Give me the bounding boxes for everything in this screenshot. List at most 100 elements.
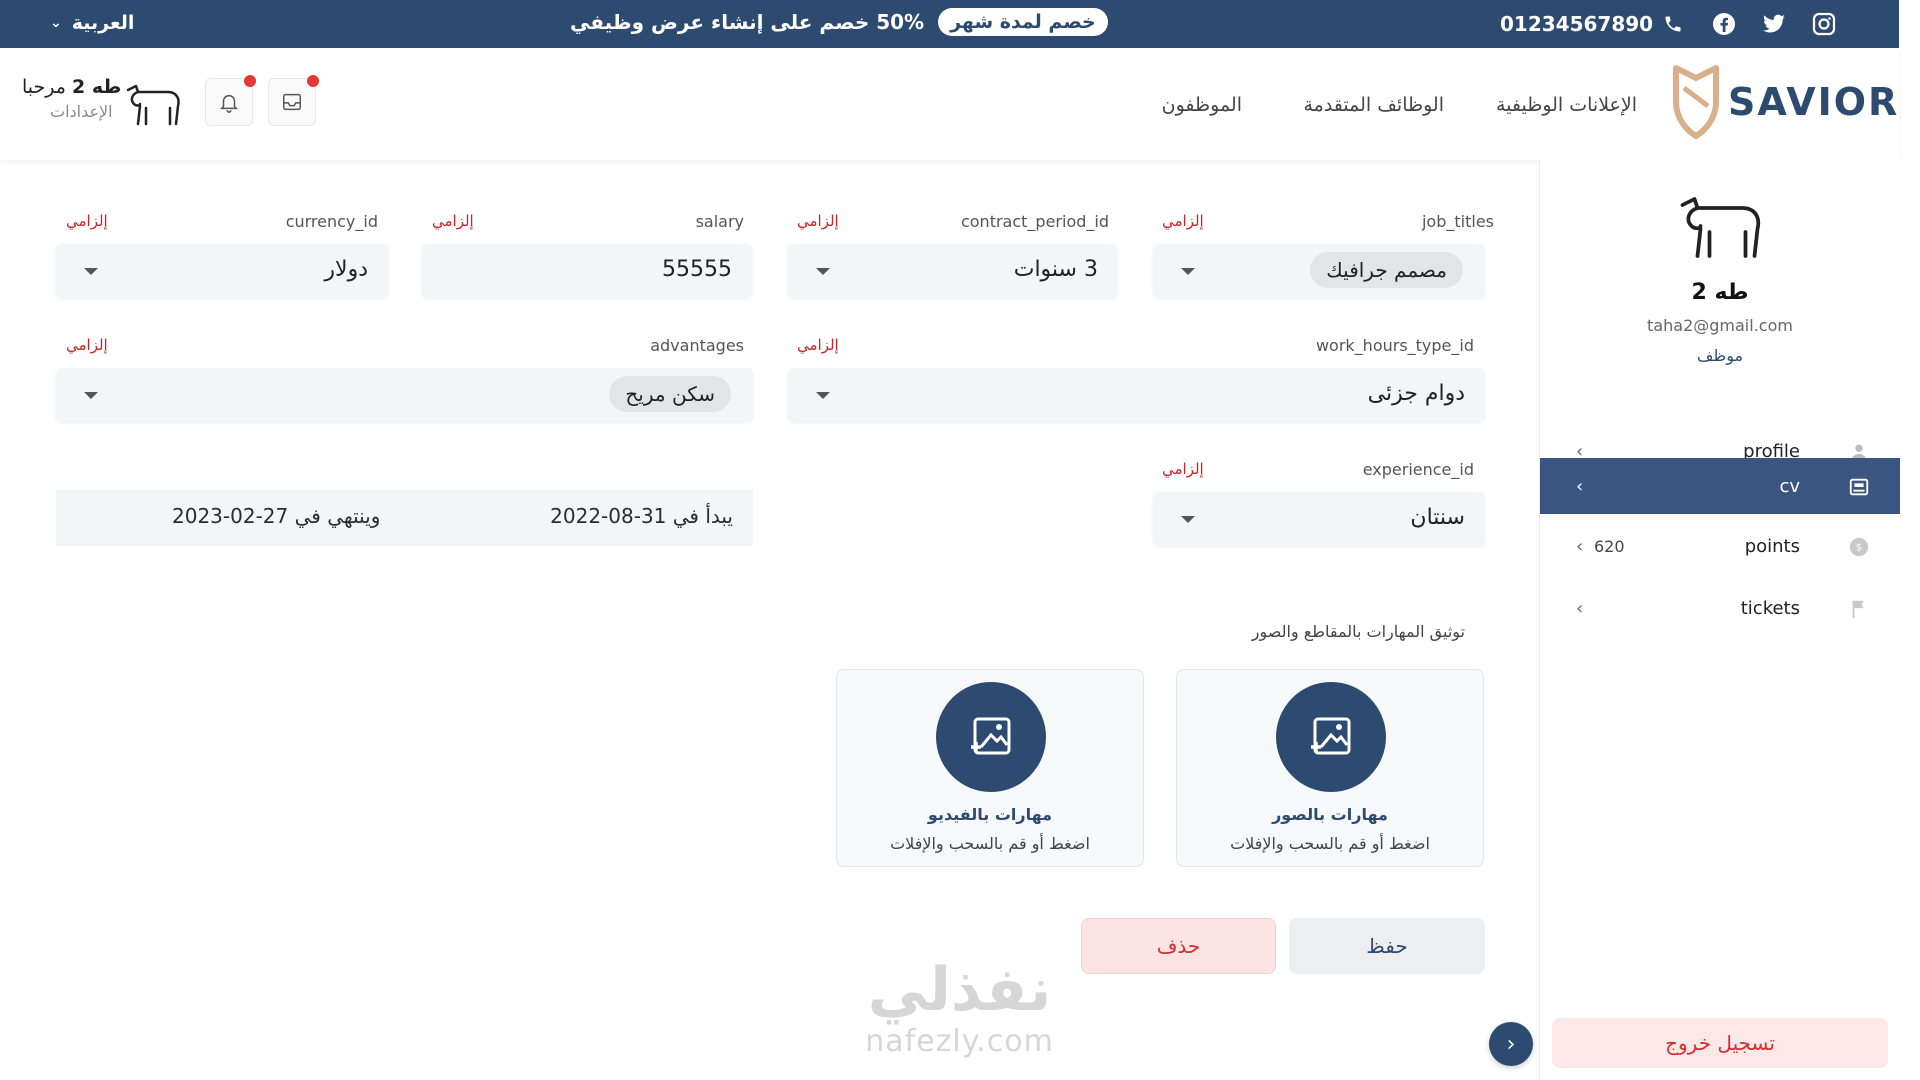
job-titles-required: إلزامي xyxy=(1162,212,1204,230)
experience-select[interactable]: سنتان xyxy=(1153,492,1485,546)
language-label: العربية xyxy=(71,12,135,34)
sidebar-item-points[interactable]: ‹ 620 points $ xyxy=(1540,518,1900,574)
promo-text: 50% خصم على إنشاء عرض وظيفي xyxy=(570,10,925,34)
contract-period-select[interactable]: 3 سنوات xyxy=(788,244,1118,298)
advantages-select[interactable]: سكن مريح xyxy=(56,368,753,422)
caret-down-icon xyxy=(84,268,98,275)
social-links xyxy=(1712,12,1836,36)
cow-profile-avatar-icon xyxy=(1680,197,1761,258)
sidebar-item-label: cv xyxy=(1779,475,1800,497)
date-range-field[interactable]: يبدأ في 31-08-2022 وينتهي في 27-02-2023 xyxy=(56,490,753,546)
advantages-label: advantages xyxy=(650,336,744,355)
work-hours-label: work_hours_type_id xyxy=(1315,336,1474,355)
upload-images-dropzone[interactable]: مهارات بالصور اضغط أو قم بالسحب والإفلات xyxy=(1176,669,1484,867)
advantages-required: إلزامي xyxy=(66,336,108,354)
experience-required: إلزامي xyxy=(1162,460,1204,478)
upload-video-dropzone[interactable]: مهارات بالفيديو اضغط أو قم بالسحب والإفل… xyxy=(836,669,1144,867)
advantage-chip[interactable]: سكن مريح xyxy=(609,376,731,412)
upload-images-hint: اضغط أو قم بالسحب والإفلات xyxy=(1230,834,1430,853)
sidebar-item-label: points xyxy=(1744,535,1800,557)
cv-icon xyxy=(1849,478,1869,496)
nafezly-watermark: نفذلي nafezly.com xyxy=(852,960,1067,1059)
sidebar-item-cv[interactable]: ‹ cv xyxy=(1540,458,1900,514)
salary-label: salary xyxy=(695,212,744,231)
experience-label: experience_id xyxy=(1362,460,1474,479)
phone-icon xyxy=(1665,16,1681,32)
skills-section-title: توثيق المهارات بالمقاطع والصور xyxy=(1251,622,1465,641)
salary-value: 55555 xyxy=(662,257,732,282)
notifications-button[interactable] xyxy=(205,75,256,126)
header-user-name: طه 2 xyxy=(71,76,122,98)
logo-text: SAVIOR xyxy=(1728,80,1900,124)
contract-period-label: contract_period_id xyxy=(960,212,1109,231)
sidebar-item-label: tickets xyxy=(1740,597,1800,619)
settings-link[interactable]: الإعدادات xyxy=(22,102,121,121)
caret-down-icon xyxy=(1181,268,1195,275)
language-switcher[interactable]: ⌄ العربية xyxy=(50,12,134,34)
video-upload-icon-wrap xyxy=(936,682,1046,792)
caret-down-icon xyxy=(1181,516,1195,523)
image-upload-icon-wrap xyxy=(1276,682,1386,792)
phone-number: 01234567890 xyxy=(1500,12,1654,36)
currency-required: إلزامي xyxy=(66,212,108,230)
salary-required: إلزامي xyxy=(432,212,474,230)
caret-down-icon xyxy=(816,268,830,275)
inbox-badge-dot xyxy=(307,75,319,87)
phone-contact[interactable]: 01234567890 xyxy=(1500,12,1683,36)
nav-job-ads[interactable]: الإعلانات الوظيفية xyxy=(1496,94,1637,116)
image-add-icon xyxy=(1311,717,1351,755)
facebook-icon[interactable] xyxy=(1712,12,1736,36)
sidebar-toggle-button[interactable]: › xyxy=(1489,1022,1533,1066)
nav-applied-jobs[interactable]: الوظائف المتقدمة xyxy=(1303,94,1444,116)
shield-logo-icon xyxy=(1673,65,1719,139)
watermark-english: nafezly.com xyxy=(865,1024,1054,1059)
nav-employees[interactable]: الموظفون xyxy=(1162,94,1242,116)
twitter-icon[interactable] xyxy=(1762,12,1786,36)
upload-video-hint: اضغط أو قم بالسحب والإفلات xyxy=(890,834,1090,853)
watermark-arabic: نفذلي xyxy=(867,955,1052,1025)
top-bar: ⌄ العربية خصم لمدة شهر 50% خصم على إنشاء… xyxy=(0,0,1899,48)
job-title-chip[interactable]: مصمم جرافيك xyxy=(1310,252,1463,288)
chevron-left-icon: ‹ xyxy=(1576,597,1584,619)
cow-avatar-icon xyxy=(126,84,180,126)
caret-down-icon xyxy=(84,392,98,399)
work-hours-select[interactable]: دوام جزئى xyxy=(788,368,1485,422)
profile-email: taha2@gmail.com xyxy=(1647,316,1793,335)
currency-label: currency_id xyxy=(285,212,378,231)
experience-value: سنتان xyxy=(1410,505,1465,530)
contract-period-value: 3 سنوات xyxy=(1013,257,1098,282)
profile-role: موظف xyxy=(1696,346,1744,365)
delete-button[interactable]: حذف xyxy=(1081,918,1276,974)
save-button[interactable]: حفظ xyxy=(1289,918,1485,974)
user-greeting[interactable]: طه 2 مرحبا الإعدادات xyxy=(22,76,121,121)
salary-input[interactable]: 55555 xyxy=(422,244,752,298)
savior-logo[interactable]: SAVIOR xyxy=(1670,62,1899,142)
bell-icon xyxy=(219,94,239,113)
main-header: SAVIOR الإعلانات الوظيفية الوظائف المتقد… xyxy=(0,48,1899,160)
flag-icon xyxy=(1852,600,1864,619)
sidebar-item-tickets[interactable]: ‹ tickets xyxy=(1540,580,1900,636)
currency-value: دولار xyxy=(324,257,368,282)
inbox-icon xyxy=(283,93,301,111)
logout-button[interactable]: تسجيل خروج xyxy=(1552,1018,1888,1068)
caret-down-icon xyxy=(816,392,830,399)
chevron-down-icon: ⌄ xyxy=(50,15,62,31)
job-titles-select[interactable]: مصمم جرافيك xyxy=(1153,244,1485,298)
instagram-icon[interactable] xyxy=(1812,12,1836,36)
work-hours-required: إلزامي xyxy=(797,336,839,354)
notification-badge-dot xyxy=(244,75,256,87)
upload-video-title: مهارات بالفيديو xyxy=(927,805,1053,824)
image-add-icon xyxy=(971,717,1011,755)
chevron-right-icon: › xyxy=(1506,1031,1516,1057)
end-date: وينتهي في 27-02-2023 xyxy=(172,504,381,528)
inbox-button[interactable] xyxy=(268,75,319,126)
promo-badge[interactable]: خصم لمدة شهر xyxy=(938,8,1108,36)
chevron-left-icon: ‹ xyxy=(1576,535,1584,557)
job-titles-label: job_titles xyxy=(1421,212,1494,231)
promo-banner: خصم لمدة شهر 50% خصم على إنشاء عرض وظيفي xyxy=(570,8,1108,36)
currency-select[interactable]: دولار xyxy=(56,244,388,298)
profile-sidebar: طه 2 taha2@gmail.com موظف ‹ profile ‹ cv… xyxy=(1539,160,1900,1080)
chevron-left-icon: ‹ xyxy=(1576,475,1584,497)
points-count: 620 xyxy=(1594,536,1625,556)
coin-icon: $ xyxy=(1849,537,1869,557)
